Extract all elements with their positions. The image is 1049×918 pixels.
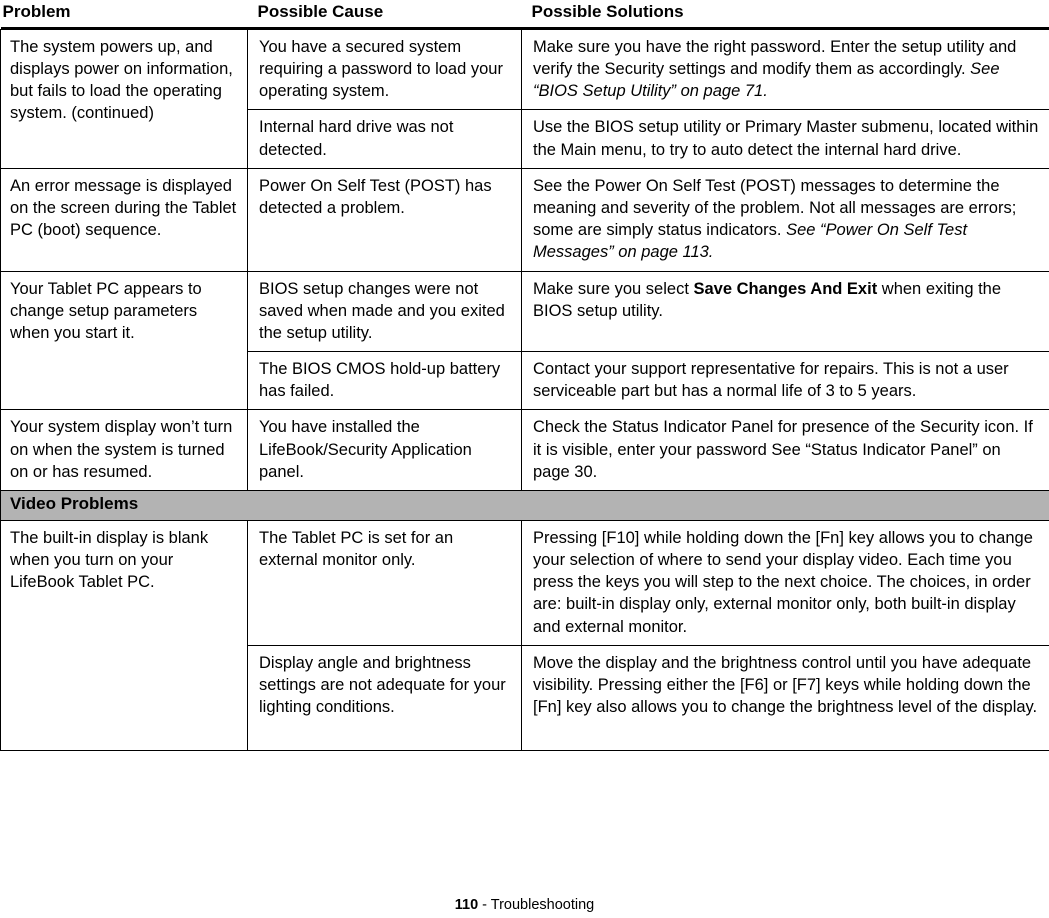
footer-page-number: 110 [454,897,479,913]
cell-cause: BIOS setup changes were not saved when m… [247,271,522,353]
cell-solution: Make sure you have the right password. E… [521,29,1049,111]
cell-cause: You have a secured system requiring a pa… [247,29,522,111]
section-band-video-problems: Video Problems [0,490,1049,521]
cell-solution: See the Power On Self Test (POST) messag… [521,168,1049,272]
cell-problem: The built-in display is blank when you t… [0,520,248,751]
cell-cause: Display angle and brightness settings ar… [247,645,522,751]
cell-problem: An error message is displayed on the scr… [0,168,248,272]
cell-solution: Contact your support representative for … [521,351,1049,411]
troubleshooting-table: Problem Possible Cause Possible Solution… [0,0,1049,751]
footer-separator: - [478,897,491,913]
table-header-row: Problem Possible Cause Possible Solution… [0,0,1049,29]
column-header-cause: Possible Cause [247,0,522,29]
page-footer: 110 - Troubleshooting [0,897,1049,913]
table-row: An error message is displayed on the scr… [0,168,1049,272]
cell-solution: Make sure you select Save Changes And Ex… [521,271,1049,353]
table-row: The system powers up, and displays power… [0,29,1049,169]
solution-text: Use the BIOS setup utility or Primary Ma… [533,118,1039,159]
section-band-row: Video Problems [0,490,1049,521]
cell-problem: Your system display won’t turn on when t… [0,409,248,492]
solution-text: Contact your support representative for … [533,360,1009,401]
cell-cause: Internal hard drive was not detected. [247,109,522,169]
cell-cause: The BIOS CMOS hold-up battery has failed… [247,351,522,411]
cell-solution: Pressing [F10] while holding down the [F… [521,520,1049,646]
cell-problem: Your Tablet PC appears to change setup p… [0,271,248,411]
cell-cause: Power On Self Test (POST) has detected a… [247,168,522,272]
solution-keyword: Save Changes And Exit [693,279,878,298]
solution-text: Pressing [F10] while holding down the [F… [533,528,1033,636]
solution-text: Move the display and the brightness cont… [533,653,1038,717]
column-header-solutions: Possible Solutions [521,0,1049,29]
document-page: Problem Possible Cause Possible Solution… [0,0,1049,918]
solution-text: Make sure you select [533,279,694,298]
cell-cause: The Tablet PC is set for an external mon… [247,520,522,646]
table-body: The system powers up, and displays power… [0,27,1049,751]
table-header: Problem Possible Cause Possible Solution… [0,0,1049,29]
cell-solution: Check the Status Indicator Panel for pre… [521,409,1049,492]
table-row: Your system display won’t turn on when t… [0,409,1049,492]
cell-solution: Move the display and the brightness cont… [521,645,1049,751]
table-row: The built-in display is blank when you t… [0,520,1049,751]
table-row: Your Tablet PC appears to change setup p… [0,271,1049,411]
cell-problem: The system powers up, and displays power… [0,29,248,169]
cell-cause: You have installed the LifeBook/Security… [247,409,522,492]
footer-section-title: Troubleshooting [490,897,595,913]
column-header-problem: Problem [0,0,248,29]
solution-text: Make sure you have the right password. E… [533,37,1017,79]
solution-text: Check the Status Indicator Panel for pre… [533,418,1033,481]
cell-solution: Use the BIOS setup utility or Primary Ma… [521,109,1049,169]
